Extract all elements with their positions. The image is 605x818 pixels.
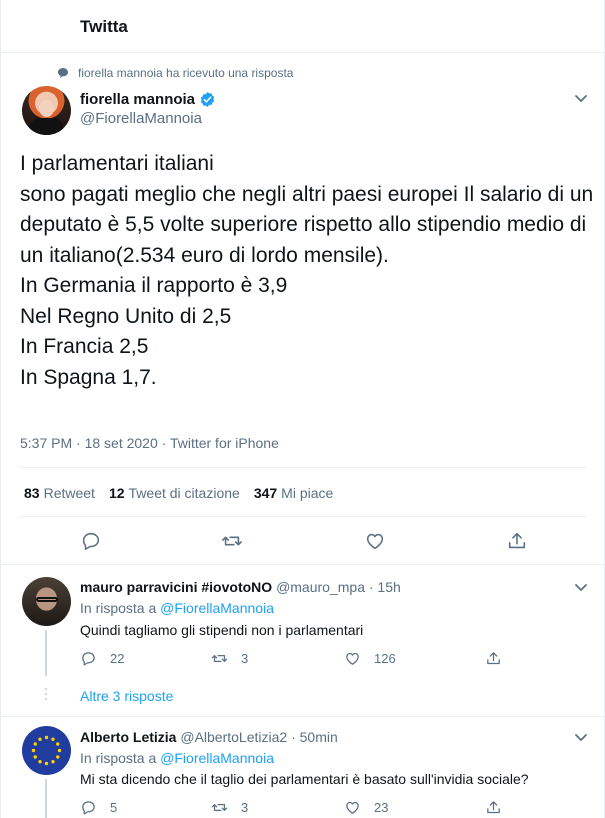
- like-icon[interactable]: [364, 530, 386, 552]
- retweets-stat[interactable]: 83 Retweet: [24, 485, 95, 501]
- flag-star: [56, 755, 60, 759]
- retweet-icon[interactable]: [221, 530, 243, 552]
- flag-star: [31, 748, 36, 753]
- thread-dots: [45, 688, 47, 703]
- share-icon[interactable]: [506, 530, 528, 552]
- author-handle[interactable]: @FiorellaMannoia: [80, 110, 202, 127]
- reply-share-action[interactable]: [485, 650, 515, 667]
- likes-stat[interactable]: 347 Mi piace: [254, 485, 334, 501]
- speech-bubble-icon: [58, 68, 68, 78]
- reply-header: Alberto Letizia @AlbertoLetizia2 · 50min: [80, 729, 338, 745]
- verified-badge-icon: [200, 92, 215, 107]
- flag-star: [33, 755, 37, 759]
- divider: [1, 564, 604, 565]
- reply-text: Quindi tagliamo gli stipendi non i parla…: [80, 622, 364, 638]
- reply-reply-action[interactable]: 5: [80, 799, 117, 816]
- social-context[interactable]: fiorella mannoia ha ricevuto una rispost…: [57, 66, 293, 80]
- thread-line: [45, 779, 47, 818]
- flag-star: [57, 748, 62, 753]
- author-avatar[interactable]: [22, 86, 71, 135]
- reply-time[interactable]: · 15h: [369, 579, 401, 595]
- retweet-icon: [211, 655, 228, 662]
- reply-like-action[interactable]: 23: [344, 799, 388, 816]
- reply-to-mention[interactable]: @FiorellaMannoia: [160, 750, 274, 766]
- author-name-row[interactable]: fiorella mannoia: [80, 91, 216, 108]
- tweet-text: I parlamentari italiani sono pagati megl…: [20, 152, 594, 389]
- flag-star: [51, 737, 55, 741]
- reply-to-line: In risposta a @FiorellaMannoia: [80, 750, 274, 766]
- reply-to-line: In risposta a @FiorellaMannoia: [80, 600, 274, 616]
- reply-to-mention[interactable]: @FiorellaMannoia: [160, 600, 274, 616]
- retweet-icon: [211, 804, 228, 811]
- reply-actions: 5 3 23: [80, 799, 510, 817]
- page-header: Twitta: [1, 0, 604, 53]
- reply-retweet-action[interactable]: 3: [211, 799, 248, 816]
- page-title: Twitta: [80, 17, 128, 36]
- reply-actions: 22 3 126: [80, 650, 510, 668]
- reply-author-handle[interactable]: @mauro_mpa: [276, 579, 365, 595]
- reply-reply-action[interactable]: 22: [80, 650, 124, 667]
- like-count: 23: [374, 800, 389, 815]
- eu-flag-icon: [31, 735, 62, 766]
- reply-avatar[interactable]: [22, 577, 71, 626]
- share-icon: [487, 652, 500, 665]
- like-icon: [346, 801, 359, 814]
- reply-like-action[interactable]: 126: [344, 650, 396, 667]
- flag-star: [38, 737, 42, 741]
- flag-star: [56, 742, 60, 746]
- reply-count: 22: [110, 651, 125, 666]
- share-icon: [487, 801, 500, 814]
- like-count: 126: [374, 651, 396, 666]
- tweet-actions: [1, 530, 604, 554]
- flag-star: [33, 742, 37, 746]
- reply-share-action[interactable]: [485, 799, 515, 816]
- reply-icon: [82, 801, 95, 815]
- flag-star: [44, 735, 49, 740]
- chevron-down-icon[interactable]: [574, 93, 588, 103]
- retweet-count: 3: [241, 651, 249, 666]
- tweet-detail-page: Twitta fiorella mannoia ha ricevuto una …: [0, 0, 605, 818]
- reply-to-label: In risposta a: [80, 600, 157, 616]
- reply-icon: [82, 652, 95, 666]
- divider: [1, 716, 604, 717]
- chevron-down-icon[interactable]: [574, 732, 588, 742]
- divider: [20, 467, 586, 468]
- tweet-stats: 83 Retweet 12 Tweet di citazione 347 Mi pia…: [24, 485, 347, 501]
- reply-author-name[interactable]: mauro parravicini #iovotoNO: [80, 579, 272, 595]
- thread-line: [45, 630, 47, 676]
- quotes-stat[interactable]: 12 Tweet di citazione: [109, 485, 240, 501]
- reply-count: 5: [110, 800, 118, 815]
- reply-to-label: In risposta a: [80, 750, 157, 766]
- reply-header: mauro parravicini #iovotoNO @mauro_mpa ·…: [80, 579, 401, 595]
- social-context-text: fiorella mannoia ha ricevuto una rispost…: [78, 66, 294, 80]
- reply-author-name[interactable]: Alberto Letizia: [80, 729, 176, 745]
- reply-avatar[interactable]: [22, 726, 71, 775]
- reply-retweet-action[interactable]: 3: [211, 650, 248, 667]
- divider: [20, 516, 586, 517]
- chevron-down-icon[interactable]: [574, 582, 588, 592]
- tweet-timestamp[interactable]: 5:37 PM · 18 set 2020 · Twitter for iPho…: [20, 435, 279, 451]
- like-icon: [346, 652, 359, 665]
- reply-icon[interactable]: [80, 530, 102, 552]
- flag-star: [51, 760, 55, 764]
- reply-text: Mi sta dicendo che il taglio dei parlame…: [80, 771, 529, 787]
- author-name[interactable]: fiorella mannoia: [80, 91, 195, 108]
- flag-star: [44, 761, 49, 766]
- flag-star: [38, 760, 42, 764]
- retweet-count: 3: [241, 800, 249, 815]
- show-more-replies-link[interactable]: Altre 3 risposte: [80, 688, 173, 704]
- reply-author-handle[interactable]: @AlbertoLetizia2: [180, 729, 287, 745]
- reply-time[interactable]: · 50min: [291, 729, 338, 745]
